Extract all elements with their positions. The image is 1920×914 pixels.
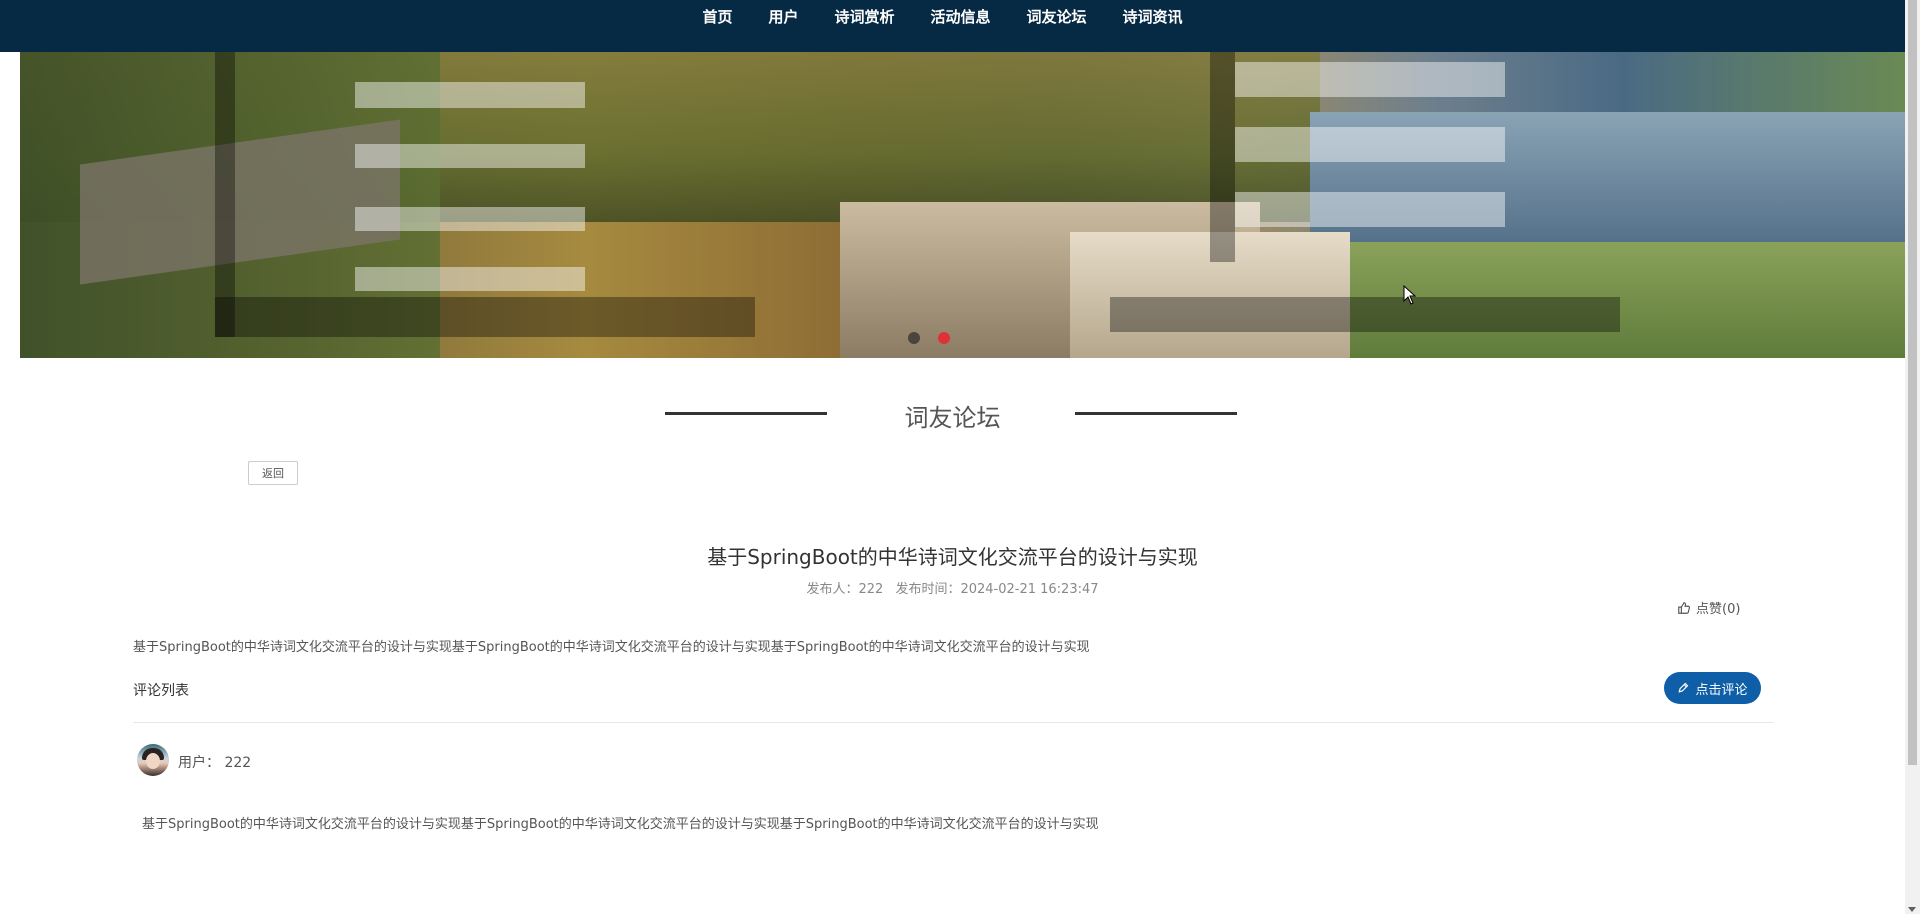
banner-overlay-bar (1235, 192, 1505, 227)
section-title-rule-right (1075, 412, 1237, 415)
banner-overlay-frame (215, 297, 755, 337)
comment-username: 用户： 222 (178, 755, 252, 771)
like-count-label: 点赞(0) (1696, 602, 1741, 617)
post-time: 发布时间：2024-02-21 16:23:47 (895, 582, 1099, 597)
banner-overlay-frame (1110, 297, 1620, 332)
post-content: 基于SpringBoot的中华诗词文化交流平台的设计与实现基于SpringBoo… (133, 640, 1090, 655)
post-meta: 发布人：222 发布时间：2024-02-21 16:23:47 (0, 578, 1905, 597)
add-comment-button[interactable]: 点击评论 (1664, 672, 1761, 704)
comment-text: 基于SpringBoot的中华诗词文化交流平台的设计与实现基于SpringBoo… (142, 817, 1099, 832)
banner-left-edge (0, 52, 3, 358)
avatar (137, 744, 169, 776)
nav-item-poetry-appreciation[interactable]: 诗词赏析 (834, 7, 894, 27)
carousel-dot-active[interactable] (938, 332, 950, 344)
nav-item-activities[interactable]: 活动信息 (931, 7, 991, 27)
banner-overlay-bar (355, 267, 585, 291)
post-title: 基于SpringBoot的中华诗词文化交流平台的设计与实现 (707, 545, 1198, 569)
thumbs-up-icon (1678, 601, 1691, 614)
top-navigation: 首页 用户 诗词赏析 活动信息 词友论坛 诗词资讯 (0, 0, 1905, 52)
page-scrollbar[interactable] (1905, 0, 1920, 914)
banner-overlay-frame (1210, 52, 1235, 262)
banner-overlay-bar (355, 207, 585, 231)
post-author: 发布人：222 (806, 582, 884, 597)
carousel-banner[interactable] (20, 52, 1905, 358)
carousel-indicators (908, 332, 950, 344)
nav-item-users[interactable]: 用户 (768, 7, 798, 27)
avatar-face (146, 753, 160, 769)
banner-overlay-bar (355, 82, 585, 108)
nav-menu: 首页 用户 诗词赏析 活动信息 词友论坛 诗词资讯 (702, 7, 1182, 27)
comments-divider (133, 722, 1773, 723)
section-title: 词友论坛 (904, 404, 1001, 432)
pencil-icon (1678, 682, 1689, 693)
like-button[interactable]: 点赞(0) (1677, 598, 1740, 617)
nav-item-home[interactable]: 首页 (702, 7, 732, 27)
add-comment-label: 点击评论 (1695, 682, 1748, 698)
back-button[interactable]: 返回 (248, 461, 298, 485)
banner-overlay-frame (215, 52, 235, 337)
nav-item-news[interactable]: 诗词资讯 (1123, 7, 1183, 27)
banner-overlay-bar (355, 144, 585, 168)
carousel-dot[interactable] (908, 332, 920, 344)
scroll-down-arrow-icon[interactable] (1908, 907, 1916, 912)
scrollbar-thumb[interactable] (1908, 0, 1917, 765)
comment-list-heading: 评论列表 (133, 683, 189, 699)
nav-item-forum[interactable]: 词友论坛 (1027, 7, 1087, 27)
banner-overlay-bar (1235, 127, 1505, 162)
banner-overlay-bar (1235, 62, 1505, 97)
